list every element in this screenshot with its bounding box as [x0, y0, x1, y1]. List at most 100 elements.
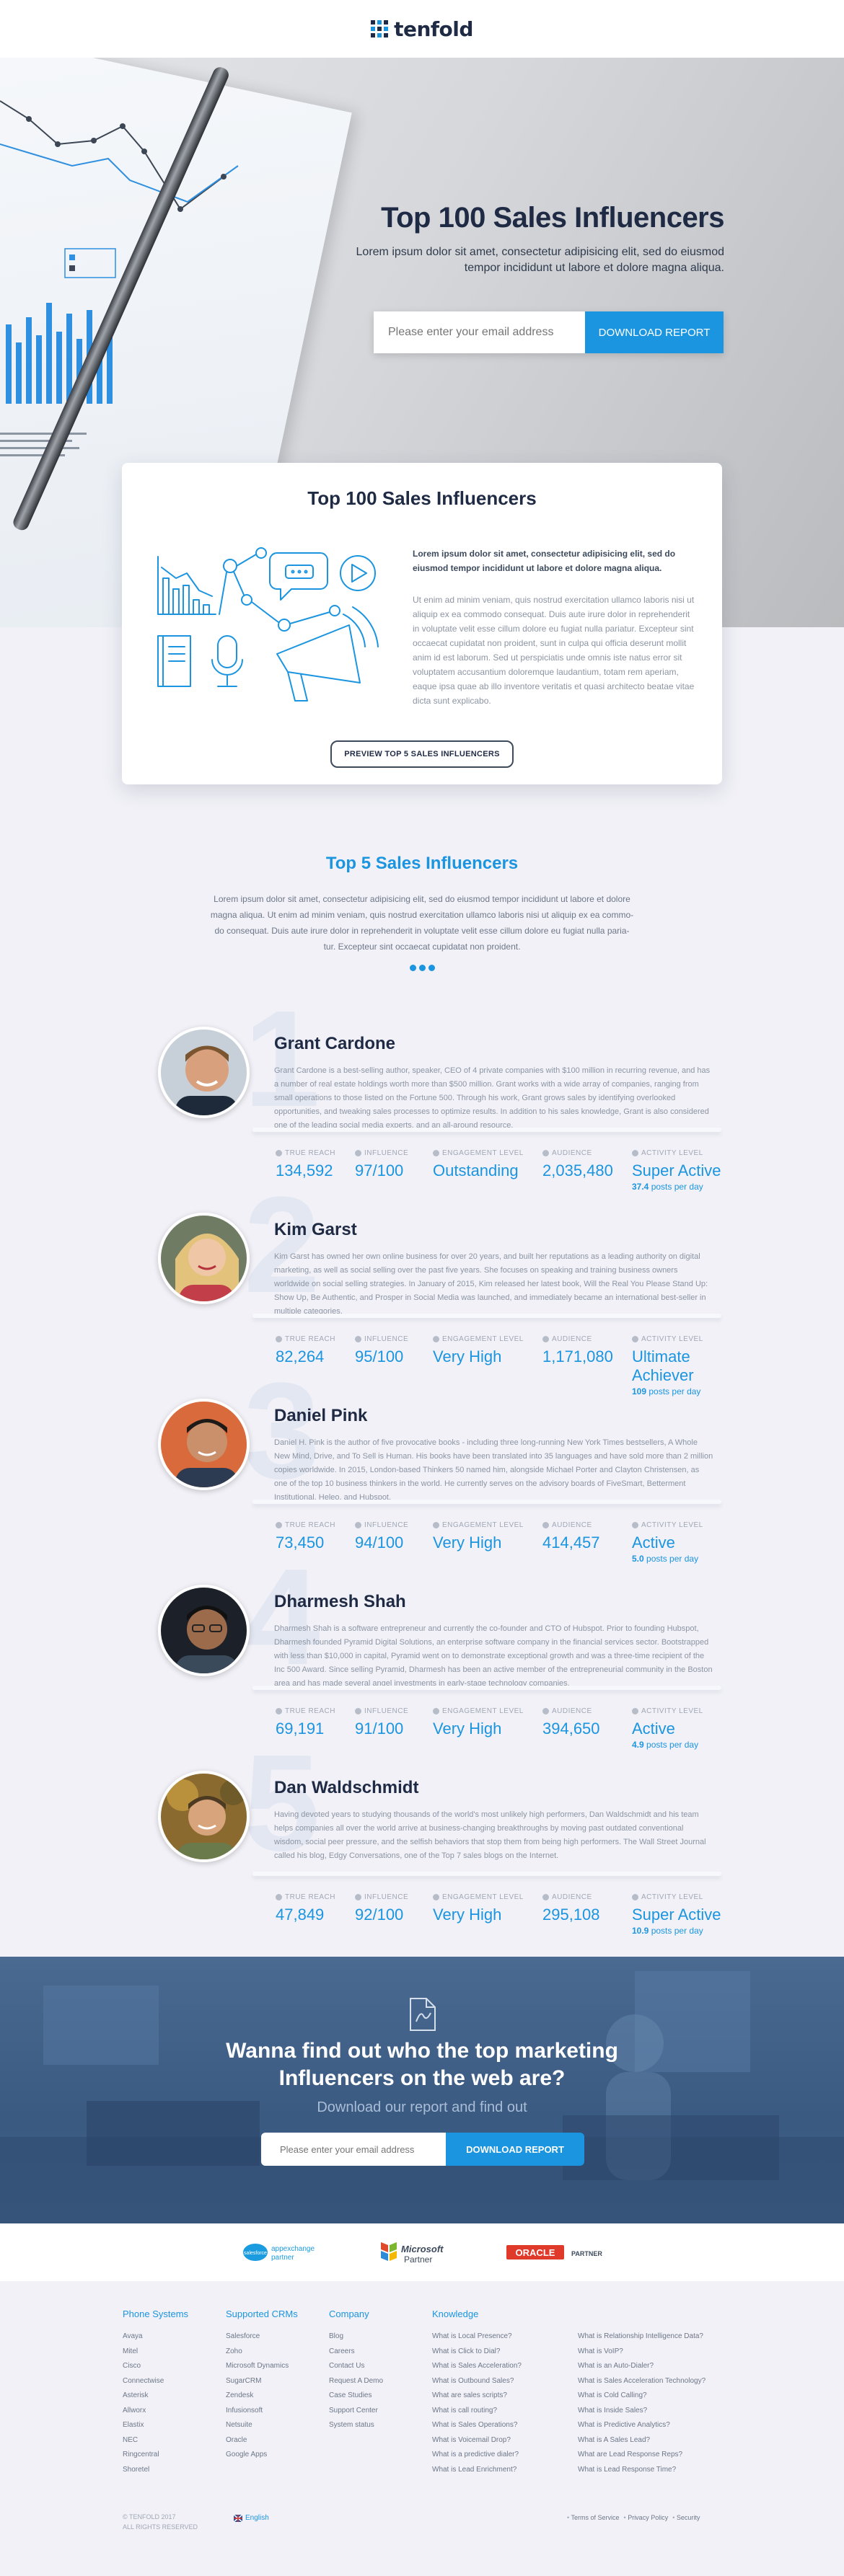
microsoft-partner-logo[interactable]: Microsoft Partner — [378, 2238, 457, 2270]
footer-link[interactable]: Contact Us — [329, 2359, 383, 2374]
oracle-partner-label: PARTNER — [571, 2250, 602, 2257]
stat-value: Very High — [433, 1533, 502, 1552]
cta-email-input[interactable] — [261, 2133, 446, 2166]
footer-link[interactable]: What are sales scripts? — [432, 2389, 522, 2404]
footer-link[interactable]: Blog — [329, 2329, 383, 2345]
footer-link[interactable]: Ringcentral — [123, 2448, 188, 2463]
stat-label: AUDIENCE — [552, 1149, 592, 1157]
footer-link[interactable]: What is Voicemail Drop? — [432, 2433, 522, 2448]
footer-link[interactable]: Google Apps — [226, 2448, 298, 2463]
stat-audience: AUDIENCE 1,171,080 — [542, 1335, 613, 1366]
salesforce-partner-logo[interactable]: salesforce appexchange partner — [242, 2238, 322, 2270]
avatar[interactable] — [158, 1027, 250, 1118]
footer-column-crms: Supported CRMs Salesforce Zoho Microsoft… — [226, 2309, 298, 2463]
stat-label: AUDIENCE — [552, 1521, 592, 1529]
brand-logo[interactable]: tenfold — [371, 17, 473, 41]
footer-link[interactable]: Case Studies — [329, 2389, 383, 2404]
footer-link[interactable]: What is Cold Calling? — [578, 2389, 705, 2404]
preview-top5-button[interactable]: PREVIEW TOP 5 SALES INFLUENCERS — [330, 740, 514, 768]
site-header: tenfold — [0, 0, 844, 58]
stat-label: ACTIVITY LEVEL — [641, 1707, 703, 1715]
stat-label: TRUE REACH — [285, 1707, 336, 1715]
influencer-bio: Dharmesh Shah is a software entrepreneur… — [274, 1624, 713, 1688]
cta-section: Wanna find out who the top marketing Infl… — [0, 1957, 844, 2223]
footer-link[interactable]: Allworx — [123, 2404, 188, 2419]
stat-label: INFLUENCE — [364, 1893, 409, 1901]
footer-link[interactable]: Infusionsoft — [226, 2404, 298, 2419]
oracle-badge-icon: ORACLE PARTNER — [506, 2245, 602, 2259]
reach-icon — [276, 1708, 282, 1714]
security-link[interactable]: Security — [672, 2514, 700, 2521]
footer-link[interactable]: What is Lead Enrichment? — [432, 2463, 522, 2478]
footer-link[interactable]: Zoho — [226, 2345, 298, 2360]
avatar[interactable] — [158, 1213, 250, 1304]
language-selector[interactable]: English — [234, 2514, 269, 2522]
reach-icon — [276, 1150, 282, 1156]
avatar[interactable] — [158, 1585, 250, 1676]
footer-link[interactable]: Request A Demo — [329, 2374, 383, 2389]
footer-link[interactable]: What is a predictive dialer? — [432, 2448, 522, 2463]
terms-link[interactable]: Terms of Service — [567, 2514, 620, 2521]
footer-link[interactable]: What is Lead Response Time? — [578, 2463, 705, 2478]
footer-link[interactable]: Microsoft Dynamics — [226, 2359, 298, 2374]
footer-link[interactable]: What are Lead Response Reps? — [578, 2448, 705, 2463]
hero-download-button[interactable]: DOWNLOAD REPORT — [585, 311, 724, 353]
stat-value: 2,035,480 — [542, 1161, 613, 1179]
posts-per-day-value: 4.9 — [632, 1740, 644, 1750]
avatar[interactable] — [158, 1771, 250, 1862]
footer-link[interactable]: What is Relationship Intelligence Data? — [578, 2329, 705, 2345]
legal-links: Terms of Service Privacy Policy Security — [567, 2514, 700, 2521]
footer-link[interactable]: What is Sales Acceleration? — [432, 2359, 522, 2374]
stat-label: AUDIENCE — [552, 1335, 592, 1343]
top5-section-title: Top 5 Sales Influencers — [325, 854, 519, 873]
influencer-card: 5 Dan Waldschmidt Having devoted years t… — [0, 1735, 844, 1942]
footer-link[interactable]: What is A Sales Lead? — [578, 2433, 705, 2448]
stat-engagement: ENGAGEMENT LEVEL Very High — [433, 1521, 524, 1552]
stat-value: 94/100 — [355, 1533, 404, 1552]
footer-link[interactable]: What is call routing? — [432, 2404, 522, 2419]
stat-influence: INFLUENCE 94/100 — [355, 1521, 408, 1552]
cta-download-button[interactable]: DOWNLOAD REPORT — [446, 2133, 584, 2166]
footer-link[interactable]: What is an Auto-Dialer? — [578, 2359, 705, 2374]
privacy-link[interactable]: Privacy Policy — [624, 2514, 668, 2521]
footer-link[interactable]: Support Center — [329, 2404, 383, 2419]
footer-link[interactable]: System status — [329, 2418, 383, 2433]
footer-column-title: Knowledge — [432, 2309, 479, 2319]
hero-email-input[interactable] — [374, 311, 585, 353]
footer-link[interactable]: Connectwise — [123, 2374, 188, 2389]
footer-link[interactable]: What is Outbound Sales? — [432, 2374, 522, 2389]
footer-link[interactable]: What is Sales Operations? — [432, 2418, 522, 2433]
footer-link[interactable]: What is VoIP? — [578, 2345, 705, 2360]
footer-link[interactable]: What is Inside Sales? — [578, 2404, 705, 2419]
footer-column-title: Phone Systems — [123, 2309, 189, 2319]
stat-label: TRUE REACH — [285, 1893, 336, 1901]
influencer-name: Daniel Pink — [274, 1406, 368, 1425]
footer-link[interactable]: What is Click to Dial? — [432, 2345, 522, 2360]
footer-link[interactable]: Zendesk — [226, 2389, 298, 2404]
footer-link[interactable]: What is Sales Acceleration Technology? — [578, 2374, 705, 2389]
footer-link[interactable]: Salesforce — [226, 2329, 298, 2345]
oracle-partner-logo[interactable]: ORACLE PARTNER — [505, 2238, 606, 2270]
footer-link[interactable]: What is Local Presence? — [432, 2329, 522, 2345]
footer-link[interactable]: Oracle — [226, 2433, 298, 2448]
stat-audience: AUDIENCE 414,457 — [542, 1521, 600, 1552]
stat-influence: INFLUENCE 91/100 — [355, 1707, 408, 1738]
footer-link[interactable]: Avaya — [123, 2329, 188, 2345]
avatar[interactable] — [158, 1399, 250, 1490]
footer-link[interactable]: Asterisk — [123, 2389, 188, 2404]
audience-icon — [542, 1522, 549, 1528]
footer-link[interactable]: NEC — [123, 2433, 188, 2448]
reach-icon — [276, 1336, 282, 1342]
footer-link[interactable]: Shoretel — [123, 2463, 188, 2478]
posts-per-day-label: posts per day — [646, 1740, 699, 1750]
footer-link[interactable]: Netsuite — [226, 2418, 298, 2433]
footer-link[interactable]: What is Predictive Analytics? — [578, 2418, 705, 2433]
engagement-icon — [433, 1150, 439, 1156]
footer-link[interactable]: Elastix — [123, 2418, 188, 2433]
oracle-wordmark: ORACLE — [516, 2247, 555, 2258]
footer-column-title: Supported CRMs — [226, 2309, 298, 2319]
footer-link[interactable]: Careers — [329, 2345, 383, 2360]
footer-link[interactable]: Cisco — [123, 2359, 188, 2374]
footer-link[interactable]: Mitel — [123, 2345, 188, 2360]
footer-link[interactable]: SugarCRM — [226, 2374, 298, 2389]
